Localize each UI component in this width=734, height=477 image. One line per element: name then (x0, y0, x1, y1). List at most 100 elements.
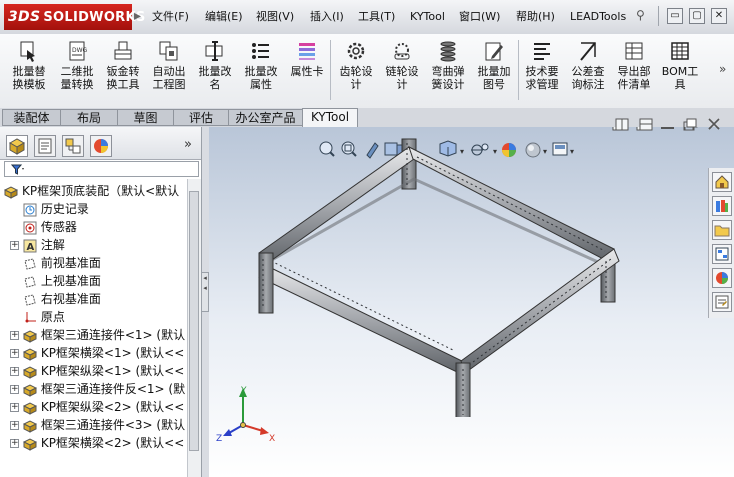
tool-bom[interactable]: BOM工 具 (657, 38, 703, 104)
tool-tech-requirements[interactable]: 技术要 求管理 (519, 38, 565, 104)
tool-export-bom[interactable]: 导出部 件清单 (611, 38, 657, 104)
graphics-area[interactable]: ▾ ▾ ▾ ▾ Y X Z (209, 127, 734, 477)
tab-evaluate[interactable]: 评估 (173, 109, 229, 126)
tree-item[interactable]: 传感器 (10, 218, 77, 236)
expand-toggle-icon[interactable]: + (10, 421, 19, 430)
pin-icon[interactable]: ⚲ (636, 8, 650, 24)
logo-arrow-icon[interactable]: ▸ (134, 6, 144, 26)
expand-toggle-icon[interactable]: + (10, 403, 19, 412)
tree-item[interactable]: 历史记录 (10, 200, 89, 218)
expand-toggle-icon[interactable]: + (10, 331, 19, 340)
menu-help[interactable]: 帮助(H) (516, 8, 555, 26)
tool-tolerance[interactable]: 公差查 询标注 (565, 38, 611, 104)
tab-assembly[interactable]: 装配体 (2, 109, 61, 126)
tool-batch-rename[interactable]: 批量改 名 (192, 38, 238, 104)
triad-x-label: X (269, 434, 275, 441)
menu-kytool[interactable]: KYTool (410, 8, 445, 26)
tool-property-card[interactable]: 属性卡 (284, 38, 330, 104)
tool-gear-design[interactable]: 齿轮设 计 (333, 38, 379, 104)
menu-tools[interactable]: 工具(T) (358, 8, 395, 26)
auto-drawing-icon (159, 41, 178, 61)
home-icon[interactable] (712, 172, 732, 192)
tree-item-label: 历史记录 (40, 202, 89, 216)
tool-sheetmetal[interactable]: 钣金转 换工具 (100, 38, 146, 104)
tree-item[interactable]: + KP框架纵梁<2> (默认<< (10, 398, 184, 416)
tool-spring[interactable]: 弯曲弹 簧设计 (425, 38, 471, 104)
tool-batch-property[interactable]: 批量改 属性 (238, 38, 284, 104)
menu-view[interactable]: 视图(V) (256, 8, 294, 26)
cad-model-frame[interactable] (249, 137, 669, 417)
tree-item[interactable]: 前视基准面 (10, 254, 101, 272)
configuration-manager-tab[interactable] (62, 135, 84, 157)
tree-scrollbar[interactable] (187, 179, 201, 477)
property-manager-tab[interactable] (34, 135, 56, 157)
expand-toggle-icon[interactable]: + (10, 241, 19, 250)
sensor-icon (23, 218, 41, 236)
tree-item[interactable]: + KP框架横梁<1> (默认<< (10, 344, 184, 362)
title-bar: 3DS SOLIDWORKS ▸ 文件(F) 编辑(E) 视图(V) 插入(I) … (0, 0, 734, 35)
tree-filter-box[interactable] (4, 161, 199, 177)
expand-toggle-icon[interactable]: + (10, 385, 19, 394)
toolbar-overflow-button[interactable]: » (719, 62, 726, 76)
tool-batch-convert[interactable]: DWG 二维批 量转换 (54, 38, 100, 104)
expand-toggle-icon[interactable]: + (10, 439, 19, 448)
close-button[interactable]: ✕ (711, 8, 727, 24)
tree-item-label: 框架三通连接件<1> (默认 (40, 328, 186, 342)
view-palette-icon[interactable] (712, 244, 732, 264)
display-manager-tab[interactable] (90, 135, 112, 157)
file-explorer-icon[interactable] (712, 220, 732, 240)
svg-text:DWG: DWG (72, 47, 88, 54)
tool-label: 二维批 量转换 (60, 65, 94, 91)
tool-drawing-number[interactable]: 批量加 图号 (471, 38, 517, 104)
panel-collapse-button[interactable]: ◂ ◂ (201, 272, 209, 312)
tab-office-products[interactable]: 办公室产品 (228, 109, 303, 126)
feature-tree-tab[interactable] (6, 135, 28, 157)
command-manager: 批量替 换模板 DWG 二维批 量转换 钣金转 换工具 自动出 工程图 批量改 … (0, 34, 734, 109)
tool-label: 技术要 求管理 (525, 65, 559, 91)
tool-label: 批量替 换模板 (12, 65, 46, 91)
title-separator (658, 6, 659, 26)
doc-close-icon[interactable] (708, 118, 720, 130)
tree-item[interactable]: + KP框架横梁<2> (默认<< (10, 434, 184, 452)
menu-file[interactable]: 文件(F) (152, 8, 189, 26)
tech-requirements-icon (534, 43, 550, 60)
viewport-tile-horizontal-icon[interactable] (639, 118, 653, 131)
viewport-tile-icon[interactable] (615, 118, 629, 131)
frame-beam-front-left (258, 264, 465, 374)
tree-item[interactable]: + 框架三通连接件反<1> (默 (10, 380, 185, 398)
minimize-button[interactable]: ▭ (667, 8, 683, 24)
tree-item-label: KP框架纵梁<2> (默认<< (40, 400, 185, 414)
part-icon (22, 326, 41, 344)
expand-toggle-icon[interactable]: + (10, 367, 19, 376)
appearances-icon[interactable] (712, 268, 732, 288)
tree-item[interactable]: + A 注解 (10, 236, 65, 254)
tree-item[interactable]: 原点 (10, 308, 65, 326)
sheetmetal-icon (114, 41, 132, 60)
menu-leadtools[interactable]: LEADTools (570, 8, 626, 26)
restore-button[interactable]: ▢ (689, 8, 705, 24)
tool-sprocket[interactable]: 链轮设 计 (379, 38, 425, 104)
tab-sketch[interactable]: 草图 (117, 109, 174, 126)
menu-insert[interactable]: 插入(I) (310, 8, 344, 26)
doc-restore-icon[interactable] (683, 118, 697, 131)
svg-text:A: A (26, 242, 34, 253)
part-icon (22, 434, 41, 452)
tree-item[interactable]: + KP框架纵梁<1> (默认<< (10, 362, 184, 380)
tree-item[interactable]: + 框架三通连接件<1> (默认 (10, 326, 185, 344)
scrollbar-thumb[interactable] (189, 191, 199, 451)
tree-item[interactable]: 右视基准面 (10, 290, 101, 308)
design-library-icon[interactable] (712, 196, 732, 216)
tool-auto-drawing[interactable]: 自动出 工程图 (146, 38, 192, 104)
menu-window[interactable]: 窗口(W) (459, 8, 500, 26)
tree-item[interactable]: + 框架三通连接件<3> (默认 (10, 416, 185, 434)
tab-kytool[interactable]: KYTool (302, 108, 358, 127)
tree-root[interactable]: KP框架顶底装配（默认<默认 (4, 182, 179, 200)
menu-edit[interactable]: 编辑(E) (205, 8, 243, 26)
tree-item[interactable]: 上视基准面 (10, 272, 101, 290)
expand-toggle-icon[interactable]: + (10, 349, 19, 358)
tool-template-replace[interactable]: 批量替 换模板 (6, 38, 52, 104)
panel-expand-button[interactable]: » (184, 137, 192, 152)
custom-properties-icon[interactable] (712, 292, 732, 312)
solidworks-logo[interactable]: 3DS SOLIDWORKS (4, 4, 145, 30)
tab-layout[interactable]: 布局 (60, 109, 118, 126)
